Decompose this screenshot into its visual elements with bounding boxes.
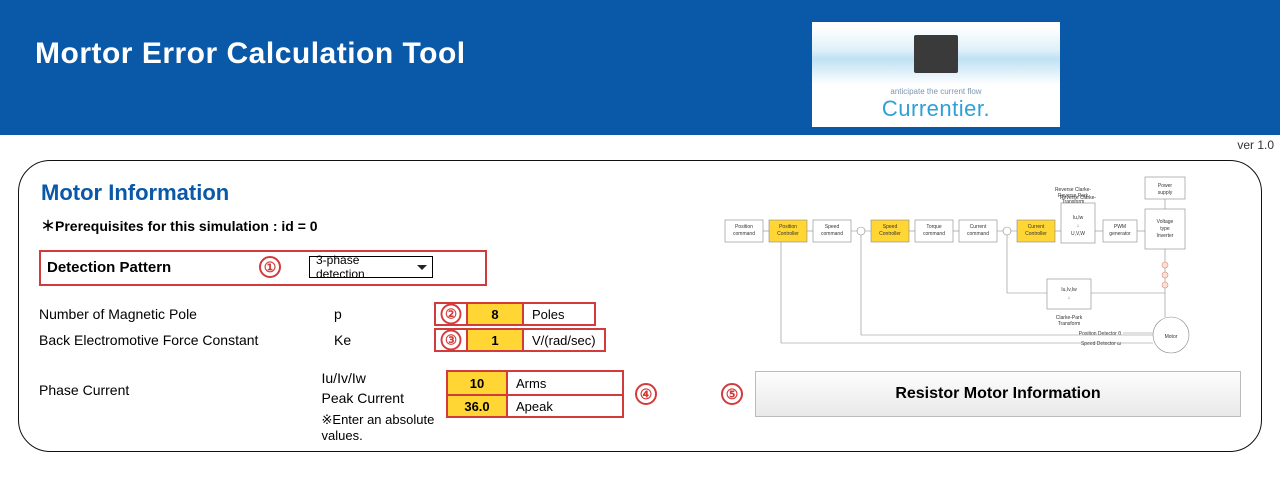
svg-text:Transform: Transform bbox=[1062, 199, 1085, 205]
detection-pattern-selected: 3-phase detection bbox=[316, 253, 410, 281]
svg-text:Current: Current bbox=[970, 224, 987, 230]
svg-text:Voltage: Voltage bbox=[1157, 219, 1174, 225]
phase-current-arms-unit: Arms bbox=[506, 372, 622, 394]
detection-pattern-group: Detection Pattern ① 3-phase detection bbox=[39, 250, 487, 286]
svg-text:Iu,Iw: Iu,Iw bbox=[1073, 215, 1084, 221]
svg-text:Speed Detector ω: Speed Detector ω bbox=[1081, 341, 1121, 347]
brand-wave-graphic bbox=[812, 27, 1060, 85]
svg-text:Position Detector θ: Position Detector θ bbox=[1079, 331, 1121, 337]
param-row-ke: Back Electromotive Force Constant Ke ③ 1… bbox=[39, 328, 624, 352]
phase-current-label: Phase Current bbox=[39, 370, 322, 398]
svg-text:Transform: Transform bbox=[1058, 321, 1081, 327]
svg-text:PWM: PWM bbox=[1114, 224, 1126, 230]
annotation-4: ④ bbox=[635, 383, 657, 405]
annotation-2: ② bbox=[441, 304, 462, 325]
section-title: Motor Information bbox=[41, 180, 624, 206]
svg-text:Speed: Speed bbox=[825, 224, 840, 230]
phase-current-footnote: ※Enter an absolute values. bbox=[322, 412, 447, 443]
brand-logo: anticipate the current flow Currentier. bbox=[812, 22, 1060, 127]
svg-text:command: command bbox=[923, 231, 945, 237]
phase-current-arms-input[interactable]: 10 bbox=[448, 372, 506, 394]
annotation-5: ⑤ bbox=[721, 383, 743, 405]
svg-text:Power: Power bbox=[1158, 183, 1173, 189]
inputs-column: Motor Information ＊Prerequisites for thi… bbox=[39, 175, 624, 433]
app-header: Mortor Error Calculation Tool anticipate… bbox=[0, 0, 1280, 135]
phase-current-input-group: 10 Arms 36.0 Apeak ④ bbox=[446, 370, 624, 418]
svg-text:Inverter: Inverter bbox=[1157, 233, 1174, 239]
svg-text:command: command bbox=[821, 231, 843, 237]
svg-text:U,V,W: U,V,W bbox=[1071, 231, 1085, 237]
poles-label: Number of Magnetic Pole bbox=[39, 306, 334, 322]
svg-text:type: type bbox=[1160, 226, 1170, 232]
motor-info-panel: Motor Information ＊Prerequisites for thi… bbox=[18, 160, 1262, 452]
detection-pattern-label: Detection Pattern bbox=[47, 259, 259, 276]
phase-current-apeak-unit: Apeak bbox=[506, 396, 622, 416]
svg-text:command: command bbox=[967, 231, 989, 237]
svg-text:Controller: Controller bbox=[879, 231, 901, 237]
annotation-1: ① bbox=[259, 256, 281, 278]
svg-text:Speed: Speed bbox=[883, 224, 898, 230]
phase-current-sym1: Iu/Iv/Iw bbox=[322, 370, 447, 386]
svg-text:Position: Position bbox=[779, 224, 797, 230]
brand-name: Currentier. bbox=[882, 96, 990, 122]
brand-tagline: anticipate the current flow bbox=[890, 87, 981, 96]
poles-unit: Poles bbox=[524, 304, 594, 324]
diagram-column: Positioncommand PositionController Speed… bbox=[721, 175, 1241, 433]
phase-current-apeak-input[interactable]: 36.0 bbox=[448, 396, 506, 416]
svg-text:Controller: Controller bbox=[777, 231, 799, 237]
poles-input-group: ② 8 Poles bbox=[434, 302, 596, 326]
svg-text:Motor: Motor bbox=[1165, 334, 1178, 340]
svg-text:Torque: Torque bbox=[926, 224, 942, 230]
page-title: Mortor Error Calculation Tool bbox=[35, 37, 466, 71]
poles-input[interactable]: 8 bbox=[466, 304, 524, 324]
ke-input-group: ③ 1 V/(rad/sec) bbox=[434, 328, 606, 352]
svg-text:Iu,Iv,Iw: Iu,Iv,Iw bbox=[1061, 287, 1077, 293]
resistor-motor-info-button-label: Resistor Motor Information bbox=[895, 385, 1100, 403]
param-row-phase-current: Phase Current Iu/Iv/Iw Peak Current ※Ent… bbox=[39, 370, 624, 443]
svg-text:↓: ↓ bbox=[1077, 223, 1080, 229]
button-row: ⑤ Resistor Motor Information bbox=[721, 371, 1241, 417]
motor-control-diagram: Positioncommand PositionController Speed… bbox=[721, 175, 1241, 355]
ke-unit: V/(rad/sec) bbox=[524, 330, 604, 350]
svg-text:command: command bbox=[733, 231, 755, 237]
svg-text:Controller: Controller bbox=[1025, 231, 1047, 237]
ke-label: Back Electromotive Force Constant bbox=[39, 332, 334, 348]
svg-text:generator: generator bbox=[1109, 231, 1131, 237]
ke-input[interactable]: 1 bbox=[466, 330, 524, 350]
version-label: ver 1.0 bbox=[1237, 138, 1274, 152]
phase-current-symbols: Iu/Iv/Iw Peak Current ※Enter an absolute… bbox=[322, 370, 447, 443]
svg-text:Current: Current bbox=[1028, 224, 1045, 230]
poles-symbol: p bbox=[334, 306, 434, 322]
detection-pattern-select[interactable]: 3-phase detection bbox=[309, 256, 433, 278]
phase-current-sym2: Peak Current bbox=[322, 390, 447, 406]
param-row-poles: Number of Magnetic Pole p ② 8 Poles bbox=[39, 302, 624, 326]
annotation-3: ③ bbox=[441, 330, 462, 351]
prereq-note: ＊Prerequisites for this simulation : id … bbox=[41, 216, 624, 236]
chip-icon bbox=[914, 35, 958, 73]
svg-text:↓: ↓ bbox=[1068, 295, 1071, 301]
svg-text:supply: supply bbox=[1158, 190, 1173, 196]
resistor-motor-info-button[interactable]: Resistor Motor Information bbox=[755, 371, 1241, 417]
svg-text:Position: Position bbox=[735, 224, 753, 230]
ke-symbol: Ke bbox=[334, 332, 434, 348]
